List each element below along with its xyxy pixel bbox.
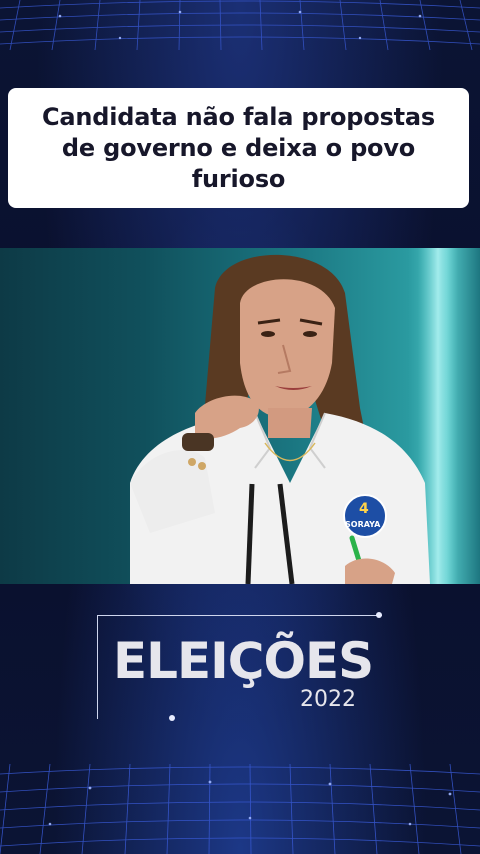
neck xyxy=(268,408,312,438)
headline-text: Candidata não fala propostas de governo … xyxy=(41,102,436,193)
logo-dot-top xyxy=(376,612,382,618)
bracelet xyxy=(182,433,214,451)
video-frame[interactable]: 4 SORAYA xyxy=(0,248,480,584)
grid-decoration-top xyxy=(0,0,480,51)
badge-number: 4 xyxy=(359,501,369,517)
elections-year: 2022 xyxy=(300,687,356,712)
grid-decoration-bottom xyxy=(0,763,480,854)
headline-card: Candidata não fala propostas de governo … xyxy=(8,88,469,208)
elections-title: ELEIÇÕES xyxy=(113,632,374,690)
badge-text: SORAYA xyxy=(345,520,381,529)
video-still: 4 SORAYA xyxy=(130,248,458,584)
logo-dot-bottom xyxy=(169,715,175,721)
